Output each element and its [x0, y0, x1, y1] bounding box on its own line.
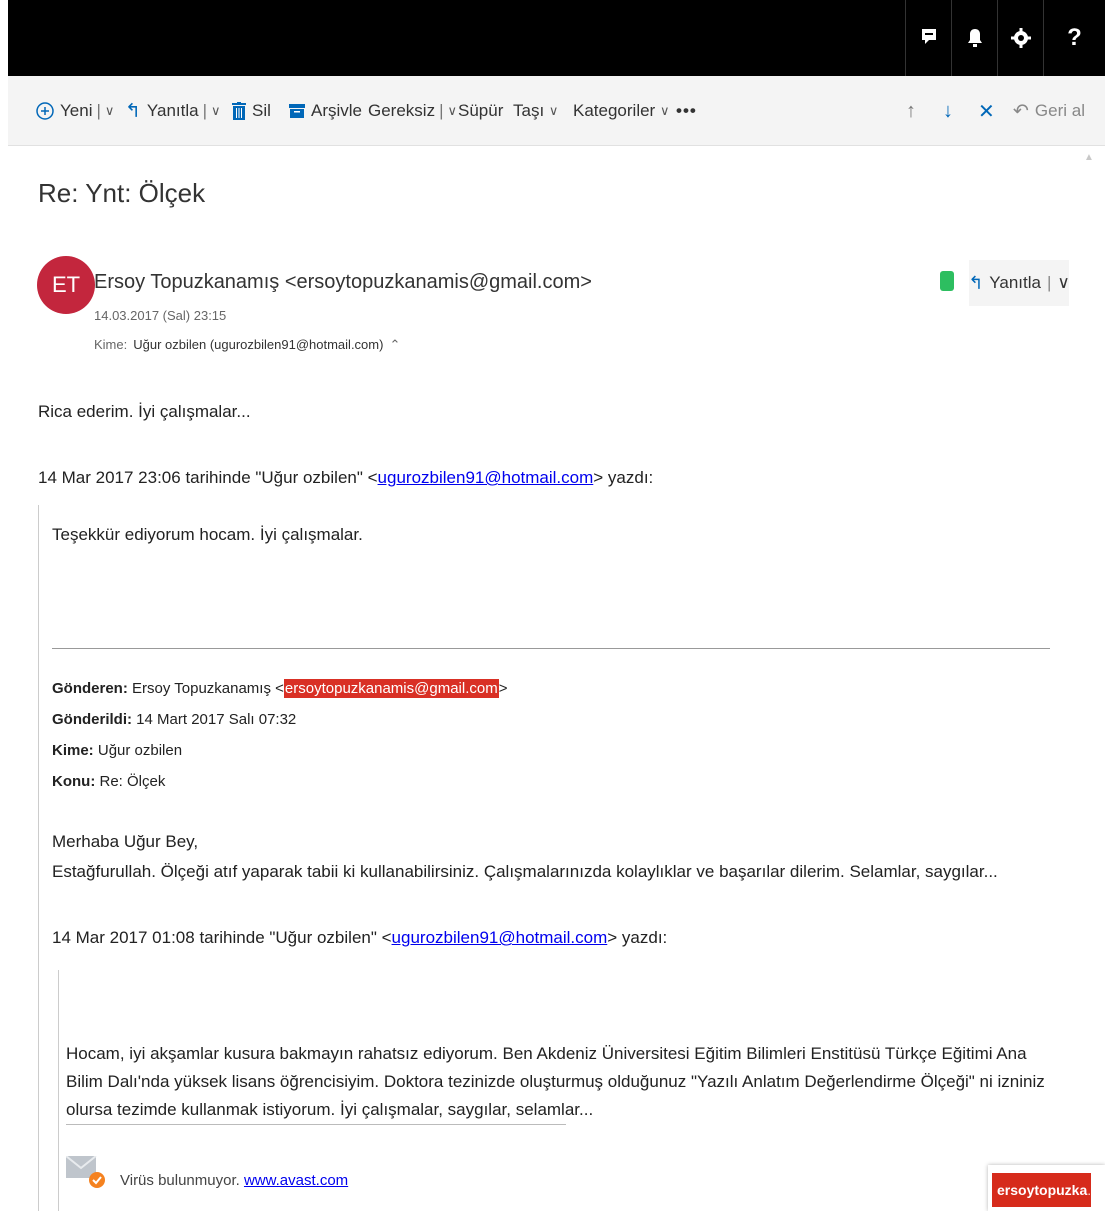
close-icon[interactable]: ✕ — [978, 76, 995, 146]
virus-notice: Virüs bulunmuyor. www.avast.com — [120, 1172, 349, 1189]
divider — [66, 1124, 566, 1125]
more-icon: ••• — [676, 101, 697, 120]
header-from: Gönderen: Ersoy Topuzkanamış <ersoytopuz… — [52, 679, 508, 698]
undo-icon: ↶ — [1013, 100, 1029, 122]
email-link[interactable]: ugurozbilen91@hotmail.com — [392, 928, 608, 947]
tag-chip[interactable]: ersoytopuzka... — [992, 1173, 1091, 1207]
message-subject: Re: Ynt: Ölçek — [38, 178, 206, 208]
command-bar: Yeni | ∨ ↰ Yanıtla | ∨ Sil Arşivle Gereksiz |… — [8, 76, 1105, 146]
avatar[interactable]: ET — [37, 256, 95, 314]
header-to: Kime: Uğur ozbilen — [52, 742, 183, 759]
archive-icon — [289, 103, 305, 119]
divider — [52, 648, 1050, 649]
chevron-down-icon[interactable]: ∨ — [1057, 273, 1069, 293]
sweep-button[interactable]: Süpür — [458, 76, 503, 146]
quoted-text: Teşekkür ediyorum hocam. İyi çalışmalar. — [52, 525, 363, 544]
evernote-icon[interactable] — [940, 271, 954, 291]
reply-icon: ↰ — [968, 272, 984, 293]
chevron-down-icon[interactable]: ∨ — [105, 103, 115, 119]
tag-popup: ersoytopuzka... — [988, 1165, 1105, 1211]
reply-message-button[interactable]: ↰ Yanıtla | ∨ — [968, 260, 1070, 306]
quote-intro: 14 Mar 2017 01:08 tarihinde "Uğur ozbile… — [52, 928, 668, 947]
greeting: Merhaba Uğur Bey, — [52, 832, 199, 851]
help-icon[interactable]: ? — [1043, 0, 1105, 76]
more-button[interactable]: ••• — [676, 76, 697, 146]
chevron-down-icon[interactable]: ∨ — [448, 103, 458, 119]
header-sent: Gönderildi: 14 Mart 2017 Salı 07:32 — [52, 711, 297, 728]
sender-name[interactable]: Ersoy Topuzkanamış <ersoytopuzkanamis@gm… — [94, 271, 592, 294]
email-link[interactable]: ugurozbilen91@hotmail.com — [378, 468, 594, 487]
chevron-down-icon[interactable]: ∨ — [211, 103, 221, 119]
top-bar: ? — [8, 0, 1105, 76]
quote-intro: 14 Mar 2017 23:06 tarihinde "Uğur ozbile… — [38, 468, 654, 487]
chat-icon[interactable] — [905, 0, 951, 76]
highlighted-email[interactable]: ersoytopuzkanamis@gmail.com — [283, 679, 499, 698]
bell-icon[interactable] — [951, 0, 997, 76]
move-button[interactable]: Taşı ∨ — [513, 76, 558, 146]
reply-icon: ↰ — [125, 100, 141, 122]
arrow-up-icon[interactable]: ↑ — [906, 76, 916, 146]
avast-link[interactable]: www.avast.com — [244, 1172, 348, 1189]
original-message: Hocam, iyi akşamlar kusura bakmayın raha… — [66, 1044, 1045, 1119]
archive-button[interactable]: Arşivle — [289, 76, 362, 146]
recipient-line: Kime: Uğur ozbilen (ugurozbilen91@hotmail… — [94, 337, 400, 353]
to-label: Kime: — [94, 337, 128, 352]
message-text: Estağfurullah. Ölçeği atıf yaparak tabii… — [52, 862, 998, 881]
trash-icon — [232, 102, 246, 120]
header-subject: Konu: Re: Ölçek — [52, 773, 166, 790]
junk-button[interactable]: Gereksiz | ∨ — [368, 76, 457, 146]
arrow-down-icon[interactable]: ↓ — [943, 76, 953, 146]
chevron-down-icon: ∨ — [659, 103, 670, 118]
gear-icon[interactable] — [997, 0, 1043, 76]
avast-mail-icon — [65, 1155, 106, 1188]
reply-button[interactable]: ↰ Yanıtla | ∨ — [125, 76, 221, 146]
plus-circle-icon — [36, 102, 54, 120]
undo-button[interactable]: ↶ Geri al — [1013, 76, 1085, 146]
categories-button[interactable]: Kategoriler ∨ — [573, 76, 669, 146]
new-button[interactable]: Yeni | ∨ — [36, 76, 114, 146]
recipient[interactable]: Uğur ozbilen (ugurozbilen91@hotmail.com) — [133, 337, 383, 352]
scroll-up-icon[interactable]: ▲ — [1084, 152, 1094, 163]
scrollbar[interactable]: ▲ — [1080, 146, 1098, 1206]
sent-date: 14.03.2017 (Sal) 23:15 — [94, 308, 227, 323]
chevron-down-icon: ∨ — [548, 103, 559, 118]
reply-text: Rica ederim. İyi çalışmalar... — [38, 402, 251, 421]
chevron-up-icon[interactable]: ⌃ — [389, 337, 400, 352]
delete-button[interactable]: Sil — [232, 76, 271, 146]
